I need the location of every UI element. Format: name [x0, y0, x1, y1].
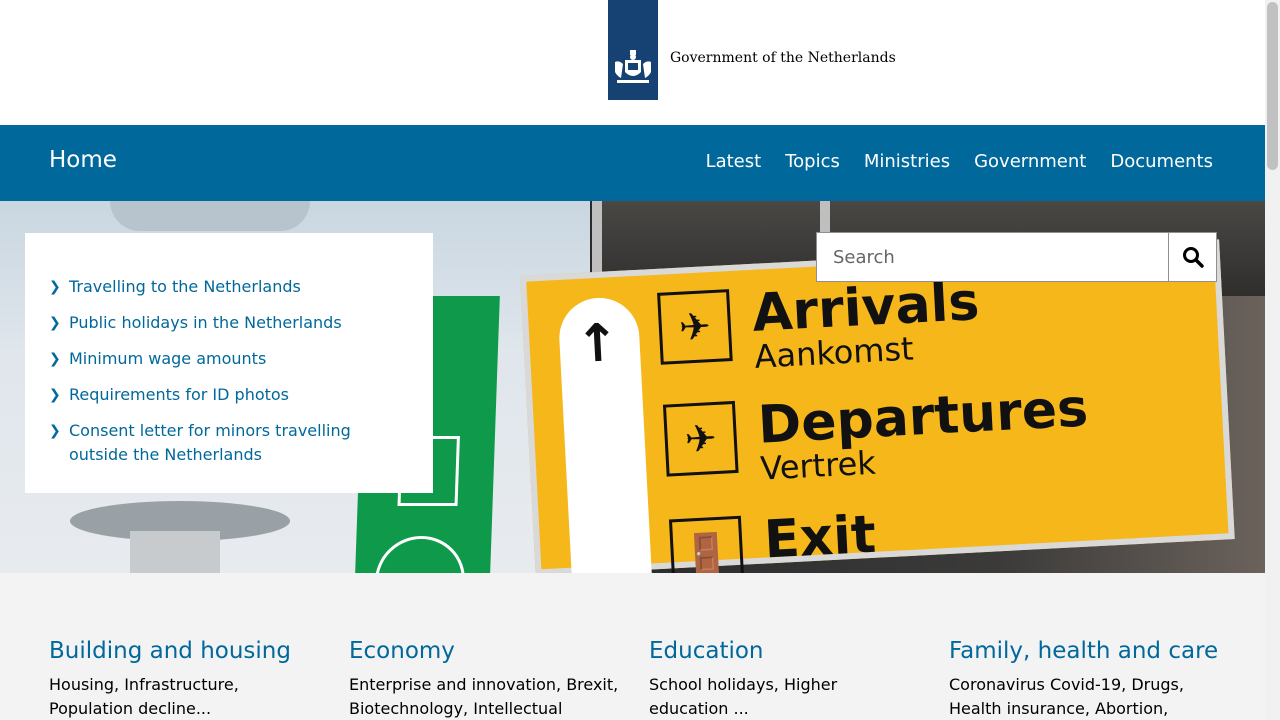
control-tower-top: [110, 201, 310, 231]
quick-links-list: ❯ Travelling to the Netherlands ❯ Public…: [49, 275, 409, 467]
plane-arrival-icon: ✈: [657, 289, 733, 365]
nav-home-link[interactable]: Home: [49, 147, 117, 173]
topics-section: Building and housing Housing, Infrastruc…: [0, 573, 1265, 720]
list-item: ❯ Consent letter for minors travelling o…: [49, 419, 409, 467]
chevron-right-icon: ❯: [49, 279, 61, 295]
topic-link[interactable]: Economy: [349, 638, 455, 664]
nav-links: Latest Topics Ministries Government Docu…: [706, 151, 1213, 172]
scrollbar-thumb[interactable]: [1267, 2, 1278, 170]
nav-link-topics[interactable]: Topics: [785, 151, 840, 172]
topic-link[interactable]: Family, health and care: [949, 638, 1218, 664]
quick-link[interactable]: Public holidays in the Netherlands: [69, 313, 342, 332]
topic-card: Economy Enterprise and innovation, Brexi…: [349, 635, 619, 720]
nav-link-documents[interactable]: Documents: [1110, 151, 1213, 172]
topic-title: Education: [649, 635, 919, 667]
chevron-right-icon: ❯: [49, 351, 61, 367]
sign-text-big: Exit: [762, 504, 878, 571]
chevron-right-icon: ❯: [49, 387, 61, 403]
topic-description: School holidays, Higher education ...: [649, 675, 838, 718]
topic-description: Enterprise and innovation, Brexit, Biote…: [349, 675, 619, 718]
topic-link[interactable]: Building and housing: [49, 638, 291, 664]
search-button[interactable]: [1168, 233, 1216, 281]
quick-link[interactable]: Consent letter for minors travelling out…: [69, 421, 351, 464]
quick-links-panel: ❯ Travelling to the Netherlands ❯ Public…: [25, 233, 433, 493]
topic-link[interactable]: Education: [649, 638, 764, 664]
list-item: ❯ Requirements for ID photos: [49, 383, 409, 407]
topic-card: Building and housing Housing, Infrastruc…: [49, 635, 319, 720]
airport-sign: ↑ ✈ Arrivals Aankomst ✈ Departures Vertr…: [520, 239, 1235, 573]
plane-departure-icon: ✈: [662, 400, 739, 477]
sign-text-big: Arrivals: [750, 272, 981, 344]
page: Government of the Netherlands Home Lates…: [0, 0, 1265, 720]
search-form: [816, 232, 1217, 282]
nav-link-ministries[interactable]: Ministries: [864, 151, 950, 172]
quick-link[interactable]: Travelling to the Netherlands: [69, 277, 301, 296]
topic-description: Coronavirus Covid-19, Drugs, Health insu…: [949, 675, 1184, 718]
topic-card: Family, health and care Coronavirus Covi…: [949, 635, 1219, 720]
nav-link-government[interactable]: Government: [974, 151, 1086, 172]
topic-title: Building and housing: [49, 635, 319, 667]
topic-card: Education School holidays, Higher educat…: [649, 635, 919, 720]
search-input[interactable]: [817, 233, 1168, 281]
chevron-right-icon: ❯: [49, 423, 61, 439]
topic-title: Family, health and care: [949, 635, 1219, 667]
sign-text-small: Aankomst: [753, 329, 915, 376]
sign-row-departures: ✈ Departures Vertrek: [662, 379, 1091, 491]
list-item: ❯ Public holidays in the Netherlands: [49, 311, 409, 335]
list-item: ❯ Minimum wage amounts: [49, 347, 409, 371]
chevron-right-icon: ❯: [49, 315, 61, 331]
control-tower: [0, 491, 300, 573]
logo-text[interactable]: Government of the Netherlands: [670, 50, 896, 66]
exit-icon: 🚪: [668, 515, 745, 573]
search-icon: [1182, 247, 1204, 268]
site-header: Government of the Netherlands: [0, 0, 1265, 125]
sign-row-arrivals: ✈ Arrivals Aankomst: [657, 272, 982, 380]
list-item: ❯ Travelling to the Netherlands: [49, 275, 409, 299]
arrow-lane: ↑: [557, 295, 652, 573]
nav-link-latest[interactable]: Latest: [706, 151, 762, 172]
page-scrollbar[interactable]: [1265, 0, 1280, 720]
topic-title: Economy: [349, 635, 619, 667]
main-nav: Home Latest Topics Ministries Government…: [0, 125, 1265, 201]
quick-link[interactable]: Requirements for ID photos: [69, 385, 289, 404]
coat-of-arms-icon: [615, 50, 651, 83]
topic-description: Housing, Infrastructure, Population decl…: [49, 675, 239, 718]
up-arrow-icon: ↑: [574, 312, 621, 376]
sign-row-exit: 🚪 Exit: [668, 504, 878, 573]
logo-link[interactable]: [608, 0, 658, 100]
quick-link[interactable]: Minimum wage amounts: [69, 349, 266, 368]
